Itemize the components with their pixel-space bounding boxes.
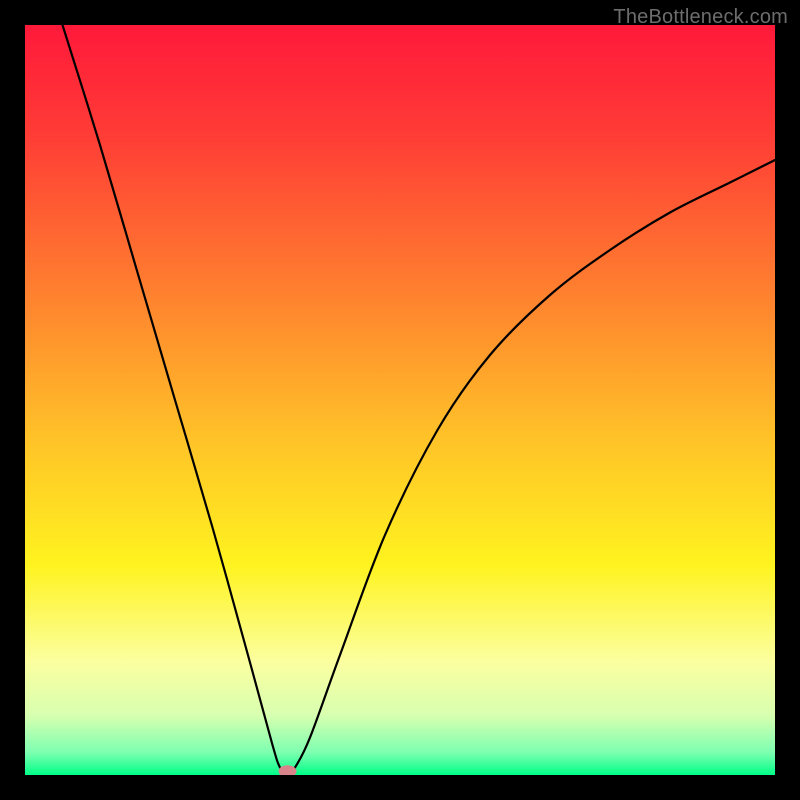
bottleneck-chart: [25, 25, 775, 775]
watermark-text: TheBottleneck.com: [613, 6, 788, 29]
gradient-background: [25, 25, 775, 775]
chart-frame: [25, 25, 775, 775]
